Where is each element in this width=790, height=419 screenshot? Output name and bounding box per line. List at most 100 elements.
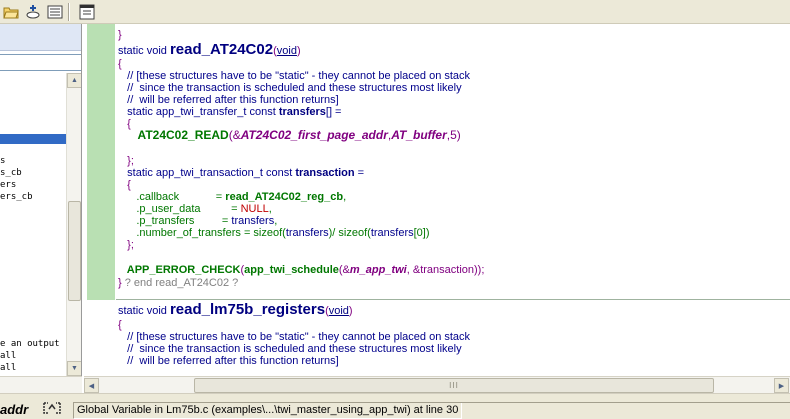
code-line: .p_user_data = NULL, xyxy=(118,203,271,215)
list-item[interactable]: all xyxy=(0,350,16,362)
code-line: }; xyxy=(118,239,134,251)
symbol-panel-hscroll[interactable] xyxy=(0,376,82,393)
function-divider xyxy=(116,299,790,300)
code-line: static app_twi_transaction_t const trans… xyxy=(118,167,364,179)
void-keyword: void xyxy=(328,305,349,317)
variable-reference[interactable]: transfers xyxy=(371,227,414,239)
variable-name[interactable]: transaction xyxy=(295,167,354,179)
comment-line: // since the transaction is scheduled an… xyxy=(118,343,462,355)
function-name[interactable]: read_AT24C02 xyxy=(170,41,273,58)
symbol-list-scrollbar[interactable]: ▲ ▼ xyxy=(66,73,81,376)
comment-line: // [these structures have to be "static"… xyxy=(118,331,471,343)
status-bar: addr Global Variable in Lm75b.c (example… xyxy=(0,393,790,419)
comma: , xyxy=(274,215,278,227)
scroll-up-icon[interactable]: ▲ xyxy=(67,73,81,88)
status-message: Global Variable in Lm75b.c (examples\...… xyxy=(73,402,463,419)
function-highlight-bar xyxy=(87,24,115,300)
field-name: .p_user_data = xyxy=(118,203,241,215)
end-marker-comment: ? end read_AT24C02 ? xyxy=(124,277,239,289)
function-signature: static void read_lm75b_registers(void) xyxy=(118,302,353,319)
code-line: static app_twi_transfer_t const transfer… xyxy=(118,106,341,118)
list-item[interactable]: e an output xyxy=(0,338,60,350)
code-line: } xyxy=(118,29,122,41)
code-line: .p_transfers = transfers, xyxy=(118,215,277,227)
paren: (& xyxy=(228,128,241,142)
operator: = xyxy=(354,167,365,179)
function-signature: static void read_AT24C02(void) xyxy=(118,42,301,59)
list-item[interactable]: s xyxy=(0,155,5,167)
field-name: .p_transfers = xyxy=(118,215,232,227)
function-name[interactable]: read_lm75b_registers xyxy=(170,301,325,318)
scroll-left-icon[interactable]: ◀ xyxy=(84,378,99,393)
void-keyword: void xyxy=(276,45,297,57)
scroll-down-icon[interactable]: ▼ xyxy=(67,361,81,376)
variable-reference[interactable]: m_app_twi xyxy=(350,264,407,276)
list-item[interactable]: ers xyxy=(0,179,16,191)
open-folder-icon[interactable] xyxy=(2,3,20,21)
code-line: { xyxy=(118,179,131,191)
code-line: APP_ERROR_CHECK(app_twi_schedule(&m_app_… xyxy=(118,264,485,276)
paren: ,5) xyxy=(446,128,461,142)
new-file-icon[interactable] xyxy=(24,3,42,21)
macro-argument[interactable]: AT_buffer xyxy=(391,128,447,142)
toolbar-separator xyxy=(68,3,70,21)
paren: (& xyxy=(338,264,350,276)
properties-icon[interactable] xyxy=(78,3,96,21)
list-item[interactable]: all xyxy=(0,362,16,374)
paren: ) xyxy=(296,45,301,57)
macro-call[interactable]: AT24C02_READ xyxy=(118,128,229,142)
symbol-filter-input[interactable] xyxy=(0,54,81,71)
type-decl: static app_twi_transaction_t const xyxy=(118,167,296,179)
operator: [] = xyxy=(325,106,342,118)
code-line: }; xyxy=(118,155,134,167)
toolbar xyxy=(0,0,790,24)
brace: { xyxy=(118,58,122,70)
list-view-icon[interactable] xyxy=(46,3,64,21)
variable-reference[interactable]: transfers xyxy=(231,215,274,227)
hscroll-thumb[interactable]: III xyxy=(194,378,714,393)
type-decl: static app_twi_transfer_t const xyxy=(118,106,279,118)
macro-argument[interactable]: AT24C02_first_page_addr xyxy=(241,128,388,142)
brace: } xyxy=(118,29,122,41)
keyword: static void xyxy=(118,305,170,317)
null-constant: NULL xyxy=(240,203,269,215)
status-bar-panel xyxy=(458,402,790,419)
symbol-panel: s s_cb ers ers_cb e an output all all ▲ … xyxy=(0,24,82,376)
symbol-list[interactable]: s s_cb ers ers_cb e an output all all xyxy=(0,73,66,376)
paren: ) xyxy=(348,305,353,317)
editor-hscroll[interactable]: ◀ III ▶ xyxy=(84,376,790,393)
scroll-thumb[interactable] xyxy=(68,201,81,301)
hscroll-grip: III xyxy=(449,381,459,390)
symbol-type-icon xyxy=(42,400,62,416)
symbol-list-selected-row[interactable] xyxy=(0,134,66,144)
keyword: static void xyxy=(118,45,170,57)
code-line: { xyxy=(118,319,122,331)
code-line: AT24C02_READ(&AT24C02_first_page_addr,AT… xyxy=(118,129,461,141)
field-name: .callback = xyxy=(118,191,226,203)
symbol-panel-header xyxy=(0,24,81,51)
code-line: .callback = read_AT24C02_reg_cb, xyxy=(118,191,346,203)
variable-name[interactable]: transfers xyxy=(279,106,326,118)
scroll-right-icon[interactable]: ▶ xyxy=(774,378,789,393)
field-name: .number_of_transfers = sizeof( xyxy=(118,227,286,239)
comment-line: // will be referred after this function … xyxy=(118,355,339,367)
comment-line: // since the transaction is scheduled an… xyxy=(118,82,462,94)
index-expr: [0]) xyxy=(413,227,430,239)
callback-reference[interactable]: read_AT24C02_reg_cb xyxy=(225,191,343,203)
list-item[interactable]: ers_cb xyxy=(0,191,33,203)
current-symbol: addr xyxy=(0,402,29,417)
code-line: { xyxy=(118,58,122,70)
macro-call[interactable]: APP_ERROR_CHECK xyxy=(118,264,241,276)
list-item[interactable]: s_cb xyxy=(0,167,22,179)
variable-reference[interactable]: transfers xyxy=(286,227,329,239)
brace: } xyxy=(118,277,125,289)
argument-list: , &transaction)); xyxy=(406,264,485,276)
code-editor[interactable]: } static void read_AT24C02(void) { // [t… xyxy=(116,24,790,376)
comma: , xyxy=(343,191,347,203)
code-line: } ? end read_AT24C02 ? xyxy=(118,277,238,289)
function-call[interactable]: app_twi_schedule xyxy=(244,264,339,276)
brace: { xyxy=(118,319,122,331)
comment-line: // [these structures have to be "static"… xyxy=(118,70,471,82)
sizeof-expr: )/ sizeof( xyxy=(328,227,371,239)
comment-line: // will be referred after this function … xyxy=(118,94,339,106)
